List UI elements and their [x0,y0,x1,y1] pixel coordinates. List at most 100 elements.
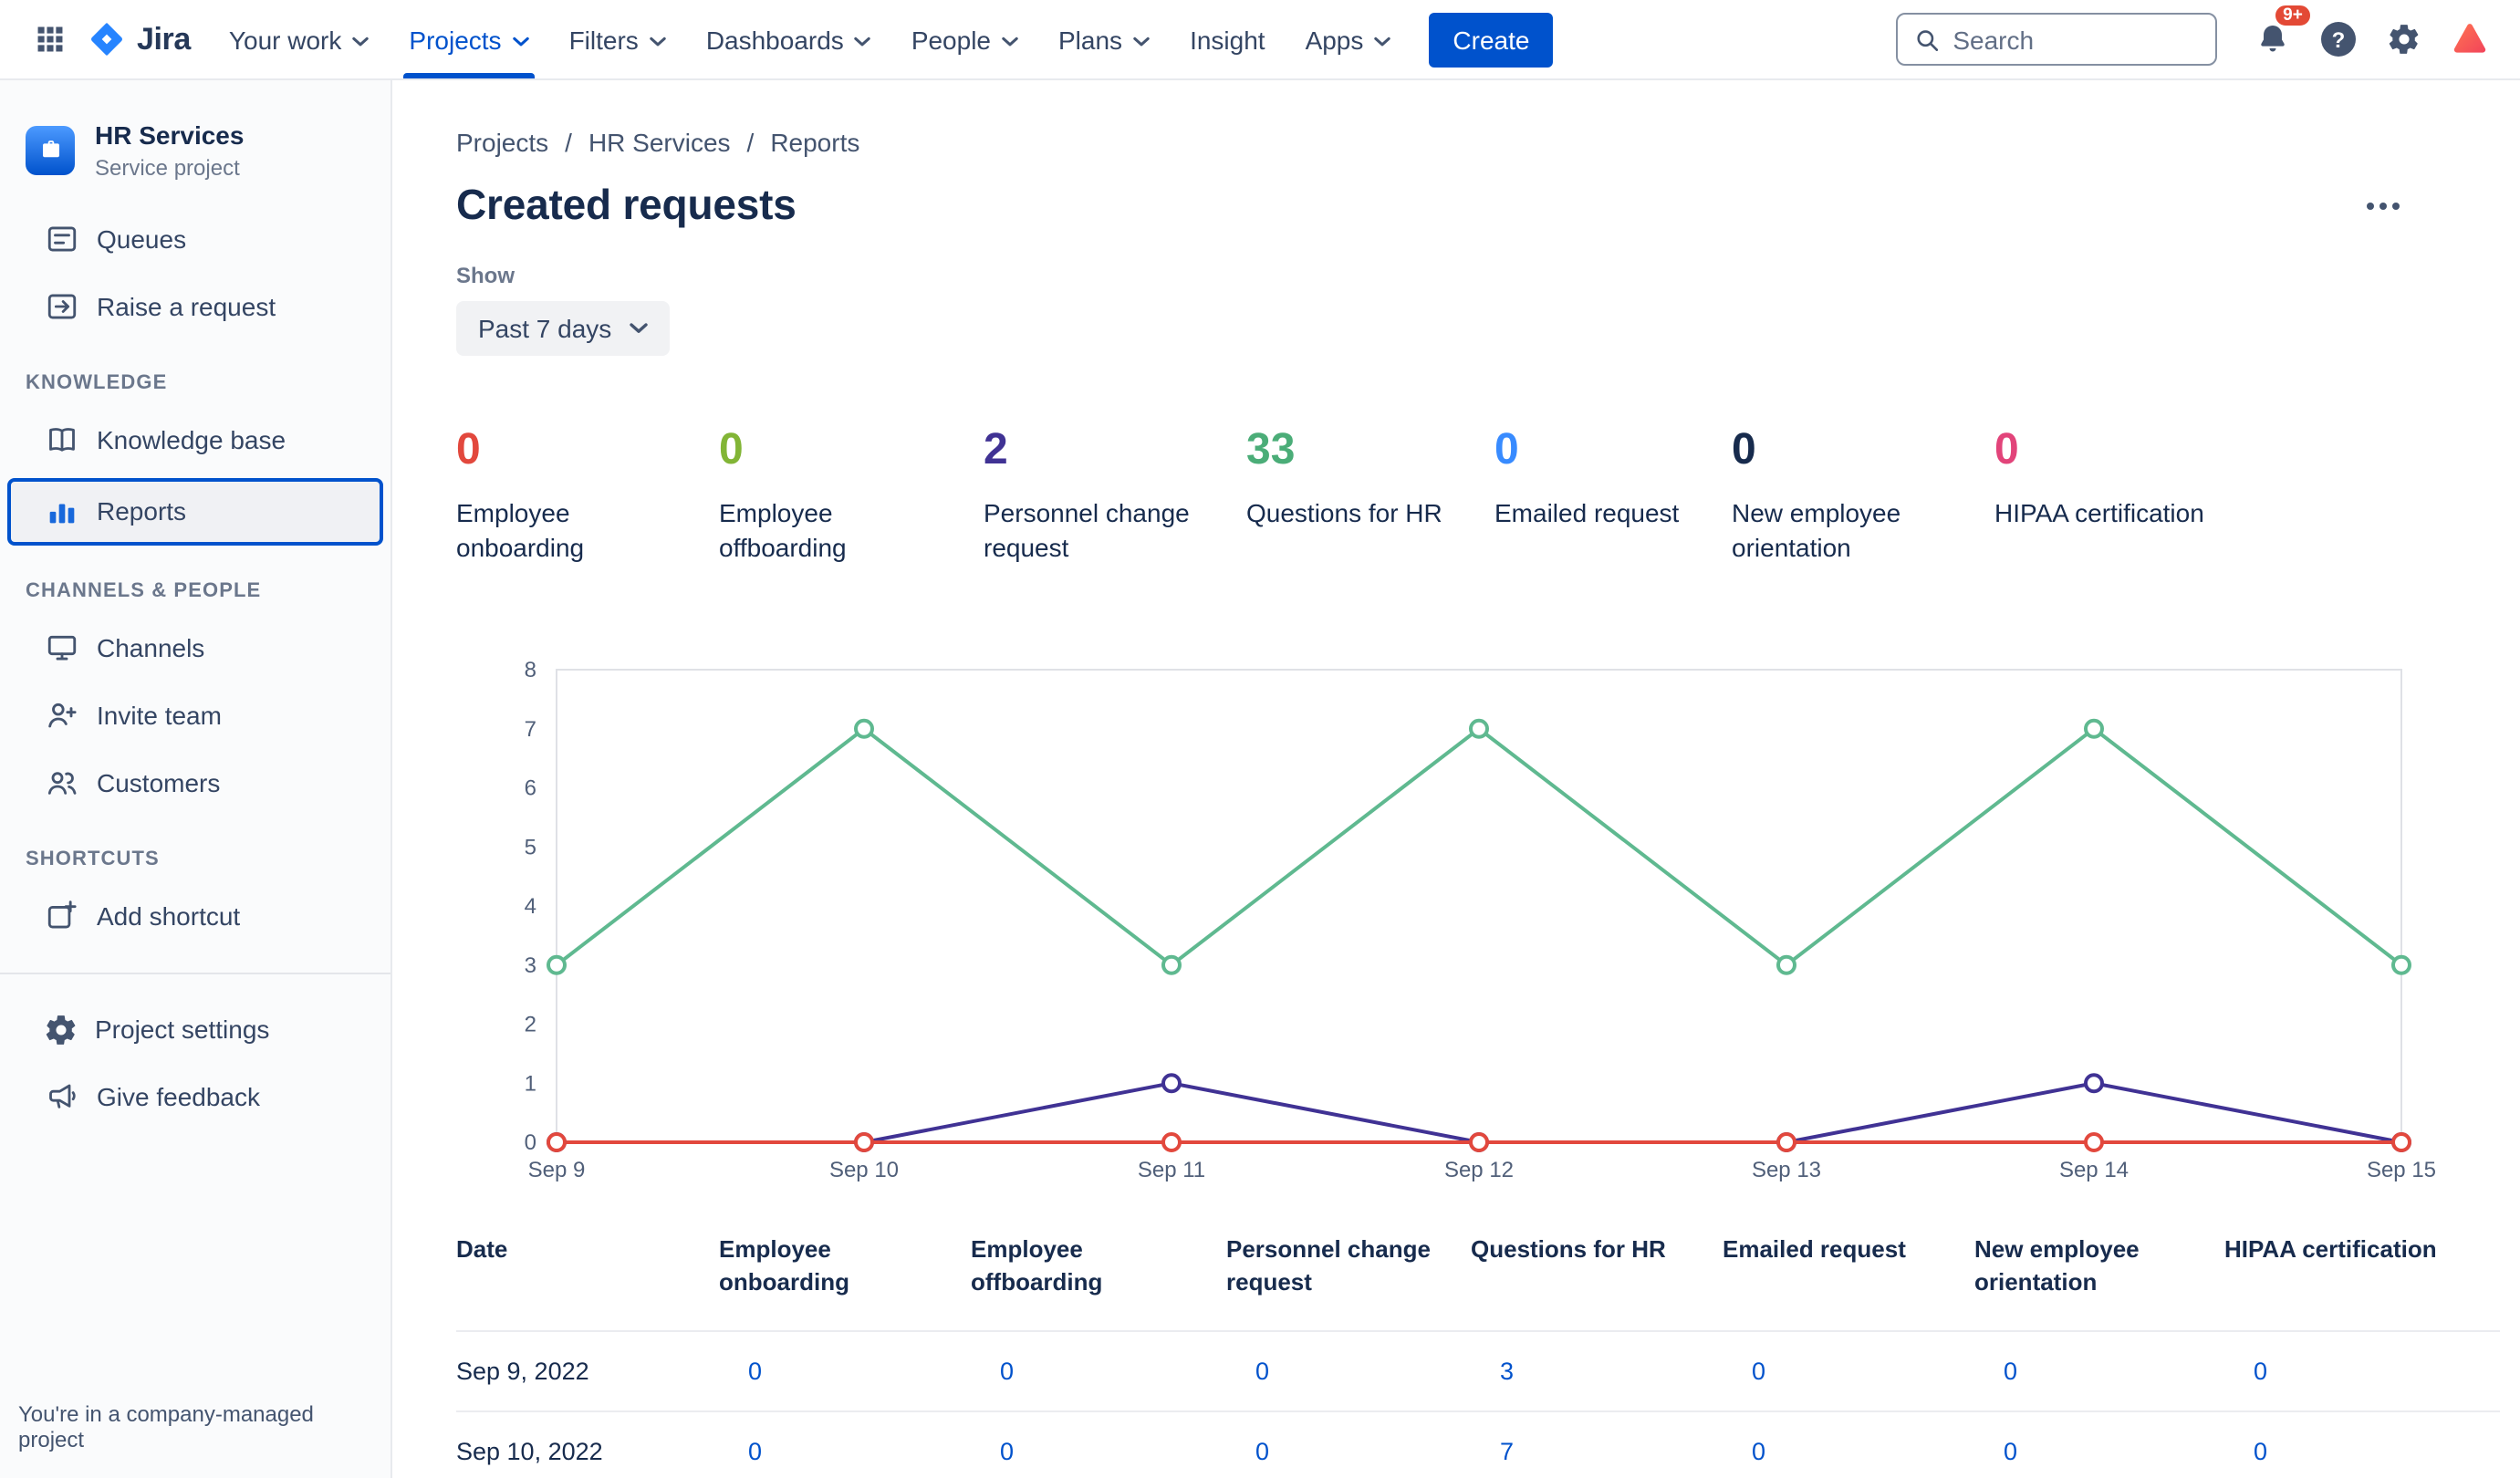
search-box [1896,13,2217,66]
chevron-down-icon [855,36,871,46]
project-type: Service project [95,154,240,180]
sidebar-item-customers[interactable]: Customers [0,749,390,817]
chevron-down-icon [630,323,649,333]
nav-item-label: Your work [228,25,342,54]
project-header-text: HR Services Service project [95,120,244,180]
nav-item-plans[interactable]: Plans [1038,0,1170,78]
settings-button[interactable] [2376,11,2432,68]
nav-item-people[interactable]: People [891,0,1038,78]
sidebar-item-label: Knowledge base [97,425,286,454]
nav-item-filters[interactable]: Filters [549,0,686,78]
gear-icon [46,1015,76,1044]
stat-value: 0 [456,425,481,474]
table-value-cell: 0 [719,1358,971,1386]
help-button[interactable]: ? [2310,11,2367,68]
jira-logo-icon [91,23,122,56]
stat-value: 33 [1246,425,1296,474]
stat-label: Questions for HR [1246,497,1442,527]
breadcrumb-projects[interactable]: Projects [456,128,548,157]
x-axis-tick-label: Sep 11 [1138,1159,1205,1183]
stat-label: Employee offboarding [719,497,847,563]
breadcrumb-reports[interactable]: Reports [770,128,859,157]
table-value-link[interactable]: 0 [719,1358,762,1386]
table-value-link[interactable]: 0 [1974,1358,2017,1386]
y-axis-tick-label: 8 [525,659,536,683]
table-value-link[interactable]: 0 [1974,1439,2017,1466]
gear-icon [2389,25,2419,54]
table-date-cell: Sep 10, 2022 [456,1438,603,1466]
table-value-link[interactable]: 0 [719,1439,762,1466]
sidebar-item-invite-team[interactable]: Invite team [0,682,390,749]
table-value-link[interactable]: 7 [1471,1439,1514,1466]
table-value-link[interactable]: 0 [971,1358,1014,1386]
sidebar-item-add-shortcut[interactable]: Add shortcut [0,882,390,950]
project-sidebar: HR Services Service project Queues Raise… [0,80,392,1478]
table-header-cell: Personnel change request [1226,1235,1431,1296]
nav-item-insight[interactable]: Insight [1170,0,1286,78]
search-input[interactable] [1952,25,2197,54]
table-value-cell: 0 [2224,1358,2498,1386]
sidebar-section-shortcuts: SHORTCUTS [26,848,160,869]
breadcrumb-hr-services[interactable]: HR Services [588,128,731,157]
table-body: Sep 9, 2022 0 0 0 3 0 0 0 Sep 10, 2022 0 0 0 7 0 0 0 [456,1333,2500,1478]
chart-marker [2084,1073,2104,1094]
notifications-button[interactable]: 9+ [2244,4,2312,68]
queues-icon [47,226,77,252]
main-content: Projects / HR Services / Reports Created… [392,80,2520,1478]
sidebar-section-channels-people: CHANNELS & PEOPLE [26,579,262,601]
created-requests-line-chart: 0 1 2 3 4 5 6 7 8 Sep 9 Sep 10 Sep 11 Sep 12 Sep 13 Se… [525,659,2436,1183]
sidebar-item-knowledge-base[interactable]: Knowledge base [0,406,390,474]
sidebar-item-label: Give feedback [97,1082,260,1111]
nav-item-label: Plans [1058,25,1123,54]
project-type-note: You're in a company-managed project [18,1401,314,1452]
app-switcher-button[interactable] [18,0,80,78]
chart-container: 0 1 2 3 4 5 6 7 8 Sep 9 Sep 10 Sep 11 Sep 12 Sep 13 Se… [456,659,2520,1198]
nav-item-projects[interactable]: Projects [389,0,548,78]
table-value-link[interactable]: 0 [1723,1358,1765,1386]
table-value-link[interactable]: 0 [971,1439,1014,1466]
sidebar-item-reports[interactable]: Reports [11,481,380,541]
create-button[interactable]: Create [1429,12,1554,67]
profile-button[interactable] [2442,11,2498,68]
help-icon: ? [2321,22,2356,57]
nav-item-apps[interactable]: Apps [1286,0,1411,78]
chevron-down-icon [512,36,529,46]
breadcrumb: Projects / HR Services / Reports [456,128,2520,157]
nav-item-dashboards[interactable]: Dashboards [686,0,891,78]
y-axis-tick-label: 6 [525,776,536,801]
nav-item-label: Projects [409,25,502,54]
table-header-cell: HIPAA certification [2224,1235,2437,1264]
chart-marker [854,719,874,740]
table-value-link[interactable]: 0 [2224,1358,2267,1386]
table-value-link[interactable]: 0 [2224,1439,2267,1466]
sidebar-item-queues[interactable]: Queues [0,205,390,273]
sidebar-item-give-feedback[interactable]: Give feedback [0,1063,390,1130]
jira-logo[interactable]: Jira [80,0,209,78]
sidebar-item-channels[interactable]: Channels [0,614,390,682]
more-options-button[interactable] [2356,182,2411,229]
search-icon [1917,29,1939,50]
page-title: Created requests [456,181,797,228]
table-value-link[interactable]: 0 [1723,1439,1765,1466]
table-value-cell: 0 [2224,1439,2498,1466]
raise-request-icon [47,294,77,319]
sidebar-item-label: Queues [97,224,187,254]
table-header-cell: Questions for HR [1471,1235,1666,1264]
table-row: Sep 10, 2022 0 0 0 7 0 0 0 [456,1413,2500,1478]
sidebar-item-raise-a-request[interactable]: Raise a request [0,273,390,340]
sidebar-item-project-settings[interactable]: Project settings [0,995,390,1063]
nav-item-your-work[interactable]: Your work [209,0,390,78]
nav-item-label: Apps [1305,25,1364,54]
table-value-link[interactable]: 0 [1226,1439,1269,1466]
stat-label: HIPAA certification [1994,497,2204,527]
chart-marker [854,1132,874,1153]
requests-table: Date Employee onboarding Employee offboard… [456,1234,2500,1478]
date-range-dropdown[interactable]: Past 7 days [456,301,671,356]
table-value-cell: 0 [1974,1358,2224,1386]
sidebar-selected-indicator: Reports [7,477,383,545]
project-header: HR Services Service project [0,120,390,180]
chevron-down-icon [352,36,370,46]
chart-marker [547,955,567,976]
table-value-link[interactable]: 0 [1226,1358,1269,1386]
table-value-link[interactable]: 3 [1471,1358,1514,1386]
